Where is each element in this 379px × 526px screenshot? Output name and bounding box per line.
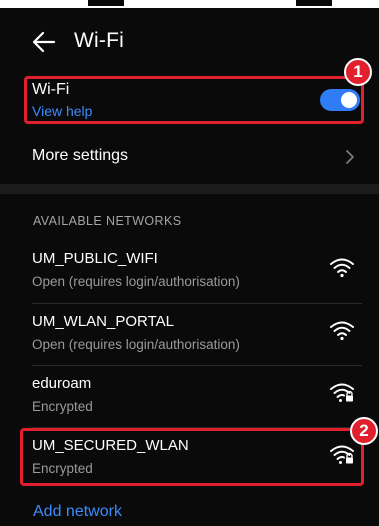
network-status: Encrypted (32, 399, 93, 414)
annotation-badge-1: 1 (344, 58, 372, 86)
list-divider (32, 303, 362, 304)
status-bar-strip (0, 0, 379, 8)
network-name: eduroam (32, 375, 92, 392)
app-header: Wi-Fi (0, 20, 379, 64)
page-title: Wi-Fi (74, 29, 124, 52)
wifi-lock-icon (330, 383, 354, 402)
highlight-box-secured-wlan (20, 428, 364, 486)
status-bar-notch (88, 0, 124, 6)
section-divider-band (0, 184, 379, 194)
annotation-badge-2: 2 (350, 417, 378, 445)
more-settings-label[interactable]: More settings (32, 147, 128, 165)
network-name: UM_WLAN_PORTAL (32, 313, 174, 330)
network-item[interactable]: UM_PUBLIC_WIFI Open (requires login/auth… (32, 250, 362, 300)
status-bar-notch (296, 0, 332, 6)
network-status: Open (requires login/authorisation) (32, 274, 240, 289)
chevron-right-icon[interactable] (344, 148, 356, 166)
wifi-signal-icon (330, 258, 354, 278)
available-networks-heading: AVAILABLE NETWORKS (33, 214, 182, 228)
list-divider (32, 365, 362, 366)
network-item[interactable]: UM_WLAN_PORTAL Open (requires login/auth… (32, 313, 362, 363)
network-name: UM_PUBLIC_WIFI (32, 250, 158, 267)
highlight-box-wifi (24, 76, 364, 124)
back-arrow-icon[interactable] (30, 28, 58, 56)
network-item[interactable]: eduroam Encrypted (32, 375, 362, 425)
network-status: Open (requires login/authorisation) (32, 337, 240, 352)
wifi-signal-icon (330, 321, 354, 341)
add-network-button[interactable]: Add network (33, 503, 122, 521)
